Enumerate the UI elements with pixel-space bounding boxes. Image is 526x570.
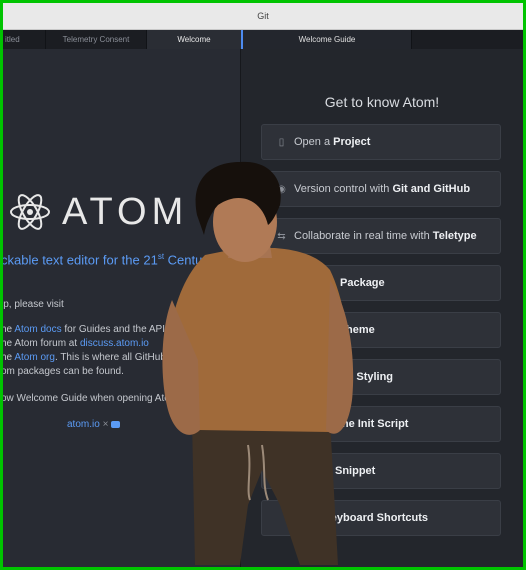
tab-untitled[interactable]: itled bbox=[3, 30, 46, 49]
guide-item-teletype[interactable]: ⇆ Collaborate in real time with Teletype bbox=[261, 218, 501, 254]
window-titlebar: Git bbox=[3, 3, 523, 30]
help-line-docs: he Atom docs for Guides and the API bbox=[3, 324, 166, 335]
help-intro: lp, please visit bbox=[3, 299, 64, 310]
book-icon: ▯ bbox=[278, 137, 285, 148]
guide-item-theme[interactable]: heme bbox=[261, 312, 501, 348]
forum-link[interactable]: discuss.atom.io bbox=[80, 338, 149, 349]
atom-docs-link[interactable]: Atom docs bbox=[14, 324, 61, 335]
atom-org-link[interactable]: Atom org bbox=[14, 352, 55, 363]
teletype-icon: ⇆ bbox=[277, 231, 286, 242]
guide-item-init-script[interactable]: ck othe Init Script bbox=[261, 406, 501, 442]
guide-item-git-github[interactable]: ◉ Version control with Git and GitHub bbox=[261, 171, 501, 207]
help-line-packages: om packages can be found. bbox=[3, 366, 124, 377]
guide-item-open-project[interactable]: ▯ Open a Project bbox=[261, 124, 501, 160]
logo-wordmark: ATOM bbox=[62, 191, 189, 233]
github-icon: ◉ bbox=[277, 184, 286, 195]
tab-welcome-guide[interactable]: Welcome Guide bbox=[241, 30, 412, 49]
guide-item-snippet[interactable]: Snippet bbox=[261, 453, 501, 489]
discord-icon[interactable] bbox=[111, 420, 121, 428]
show-guide-checkbox-label[interactable]: ow Welcome Guide when opening Ato bbox=[3, 393, 170, 404]
tab-welcome[interactable]: Welcome bbox=[147, 30, 242, 49]
atom-logo: ATOM bbox=[7, 189, 237, 239]
tagline: ckable text editor for the 21st Century bbox=[3, 252, 214, 268]
guide-title: Get to know Atom! bbox=[324, 94, 440, 110]
welcome-guide-pane: Get to know Atom! ▯ Open a Project ◉ Versi… bbox=[241, 49, 523, 567]
guide-item-styling[interactable]: the Styling bbox=[261, 359, 501, 395]
footer-separator: × bbox=[102, 419, 109, 430]
window-title: Git bbox=[257, 11, 269, 21]
tab-bar: itled Telemetry Consent Welcome Welcome … bbox=[3, 30, 523, 49]
welcome-pane: ATOM ckable text editor for the 21st Cen… bbox=[3, 49, 241, 567]
footer-links: atom.io × bbox=[67, 419, 121, 430]
atom-logo-icon bbox=[10, 194, 50, 230]
tab-telemetry-consent[interactable]: Telemetry Consent bbox=[46, 30, 147, 49]
atom-window: Git itled Telemetry Consent Welcome Welc… bbox=[3, 3, 523, 567]
atom-io-link[interactable]: atom.io bbox=[67, 419, 100, 430]
guide-item-package[interactable]: Package bbox=[261, 265, 501, 301]
help-line-forum: he Atom forum at discuss.atom.io bbox=[3, 338, 149, 349]
help-line-org: he Atom org. This is where all GitHub- bbox=[3, 352, 170, 363]
guide-item-keyboard-shortcuts[interactable]: rn Keyboard Shortcuts bbox=[261, 500, 501, 536]
